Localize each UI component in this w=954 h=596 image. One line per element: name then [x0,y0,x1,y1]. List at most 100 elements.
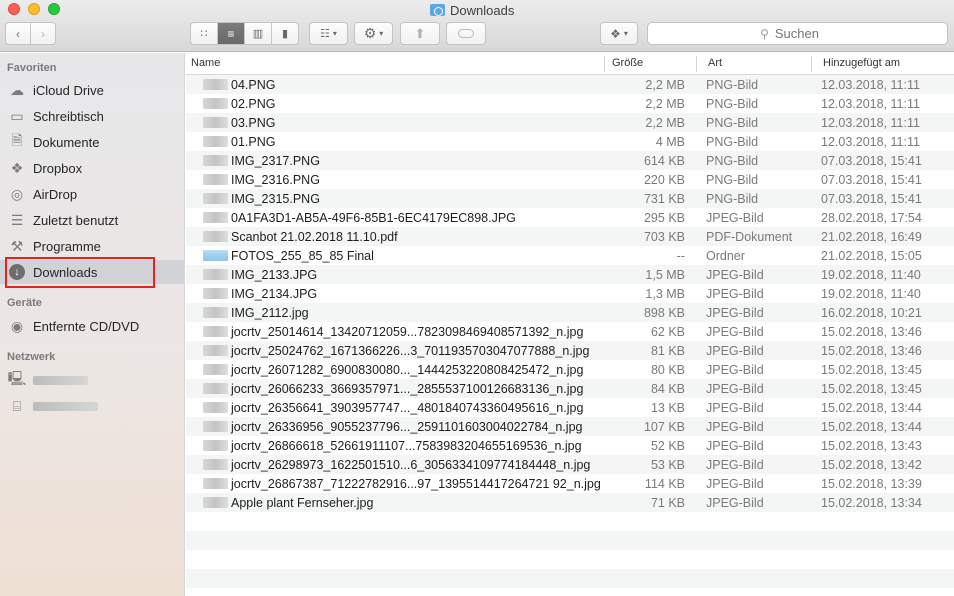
share-button[interactable]: ⬆ [400,22,440,45]
gallery-view-button[interactable]: ▮ [272,23,298,44]
file-date-added: 07.03.2018, 15:41 [821,153,922,168]
icon-view-button[interactable]: ∷ [191,23,218,44]
sidebar-item-network-computer[interactable]: 🖳 [8,368,184,392]
close-window-button[interactable] [8,3,20,15]
sidebar-item-network-server[interactable]: ⌸ [8,394,184,418]
zoom-window-button[interactable] [48,3,60,15]
file-size: 703 KB [643,229,685,244]
file-row[interactable]: FOTOS_255_85_85 Final -- Ordner 21.02.2018,… [186,246,954,265]
dropbox-menu-button[interactable]: ❖ ▾ [600,22,638,45]
file-thumbnail-icon [203,155,228,166]
file-date-added: 15.02.2018, 13:34 [821,495,922,510]
column-name[interactable]: Name [191,57,220,69]
file-thumbnail-icon [203,79,228,90]
file-kind: JPEG-Bild [706,210,764,225]
file-size: 295 KB [643,210,685,225]
sidebar-item-airdrop[interactable]: ◎ AirDrop [8,182,184,206]
column-kind[interactable]: Art [708,57,722,69]
redacted-label [33,401,98,411]
file-date-added: 15.02.2018, 13:43 [821,438,922,453]
column-date-added[interactable]: Hinzugefügt am [823,57,900,69]
minimize-window-button[interactable] [28,3,40,15]
chevron-down-icon: ▾ [623,29,628,38]
column-divider[interactable] [604,56,605,72]
file-row[interactable]: Apple plant Fernseher.jpg 71 KB JPEG-Bild 1… [186,493,954,512]
view-mode-group: ∷ ≡ ▥ ▮ [190,22,299,45]
file-row[interactable]: 02.PNG 2,2 MB PNG-Bild 12.03.2018, 11:11 [186,94,954,113]
file-row[interactable]: jocrtv_25024762_1671366226...3_701193570… [186,341,954,360]
sidebar-header-network: Netzwerk [7,351,56,363]
file-row[interactable]: jocrtv_26867387_71222782916...97_1395514… [186,474,954,493]
column-view-button[interactable]: ▥ [245,23,272,44]
file-row[interactable]: 01.PNG 4 MB PNG-Bild 12.03.2018, 11:11 [186,132,954,151]
file-kind: JPEG-Bild [706,286,764,301]
file-thumbnail-icon [203,136,228,147]
file-kind: PDF-Dokument [706,229,793,244]
file-row[interactable]: jocrtv_26336956_9055237796..._2591101603… [186,417,954,436]
file-name: 03.PNG [231,115,276,130]
file-row[interactable]: 03.PNG 2,2 MB PNG-Bild 12.03.2018, 11:11 [186,113,954,132]
file-date-added: 15.02.2018, 13:45 [821,381,922,396]
sidebar-item-applications[interactable]: ⚒ Programme [8,234,184,258]
file-size: 114 KB [644,476,685,491]
file-thumbnail-icon [203,440,228,451]
file-row[interactable]: jocrtv_26866618_52661911107...7583983204… [186,436,954,455]
action-menu-button[interactable]: ⚙ ▾ [354,22,393,45]
file-size: 71 KB [650,495,685,510]
sidebar-item-documents[interactable]: 🗎 Dokumente [8,130,184,154]
sidebar-item-label: Dropbox [33,160,83,176]
file-row[interactable]: IMG_2134.JPG 1,3 MB JPEG-Bild 19.02.2018, 1… [186,284,954,303]
sidebar-item-icloud-drive[interactable]: ☁ iCloud Drive [8,78,184,102]
file-size: 52 KB [650,438,685,453]
back-button[interactable]: ‹ [6,23,31,44]
file-date-added: 15.02.2018, 13:42 [821,457,922,472]
file-size: 62 KB [650,324,685,339]
list-view-button[interactable]: ≡ [218,23,245,44]
forward-button[interactable]: › [31,23,55,44]
file-thumbnail-icon [203,383,228,394]
file-thumbnail-icon [203,117,228,128]
file-row[interactable]: jocrtv_26298973_1622501510...6_305633410… [186,455,954,474]
file-thumbnail-icon [203,174,228,185]
column-divider[interactable] [811,56,812,72]
file-row[interactable]: IMG_2112.jpg 898 KB JPEG-Bild 16.02.2018, 1… [186,303,954,322]
file-row[interactable]: IMG_2315.PNG 731 KB PNG-Bild 07.03.2018, 15… [186,189,954,208]
file-row[interactable]: 0A1FA3D1-AB5A-49F6-85B1-6EC4179EC898.JPG… [186,208,954,227]
group-by-button[interactable]: ☷ ▾ [309,22,348,45]
file-name: jocrtv_26866618_52661911107...7583983204… [231,438,582,453]
sidebar-item-recents[interactable]: ☰ Zuletzt benutzt [8,208,184,232]
chevron-right-icon: › [41,26,45,41]
search-field[interactable]: ⚲ [647,22,948,45]
file-thumbnail-icon [203,402,228,413]
file-row[interactable]: jocrtv_26071282_6900830080..._1444253220… [186,360,954,379]
file-list: Name Größe Art Hinzugefügt am 04.PNG 2,2 … [186,53,954,596]
file-row[interactable]: jocrtv_26066233_3669357971..._2855537100… [186,379,954,398]
sidebar-item-remote-disc[interactable]: ◉ Entfernte CD/DVD [8,314,184,338]
search-input[interactable] [774,26,835,41]
sidebar-header-favorites: Favoriten [7,62,57,74]
recents-icon: ☰ [10,211,24,228]
file-row[interactable]: jocrtv_26356641_3903957747..._4801840743… [186,398,954,417]
selection-highlight-annotation [5,257,155,288]
file-thumbnail-icon [203,497,228,508]
file-date-added: 15.02.2018, 13:44 [821,400,922,415]
cloud-icon: ☁ [10,81,24,98]
file-size: 731 KB [643,191,685,206]
sidebar-item-dropbox[interactable]: ❖ Dropbox [8,156,184,180]
sidebar-item-desktop[interactable]: ▭ Schreibtisch [8,104,184,128]
file-row[interactable]: jocrtv_25014614_13420712059...7823098469… [186,322,954,341]
tags-button[interactable] [446,22,486,45]
file-row[interactable]: 04.PNG 2,2 MB PNG-Bild 12.03.2018, 11:11 [186,75,954,94]
file-thumbnail-icon [203,307,228,318]
file-row[interactable]: IMG_2316.PNG 220 KB PNG-Bild 07.03.2018, 15… [186,170,954,189]
file-size: 2,2 MB [645,77,685,92]
column-size[interactable]: Größe [612,57,643,69]
column-divider[interactable] [696,56,697,72]
file-size: 53 KB [650,457,685,472]
file-thumbnail-icon [203,231,228,242]
file-date-added: 12.03.2018, 11:11 [821,77,920,92]
file-row[interactable]: Scanbot 21.02.2018 11.10.pdf 703 KB PDF-Do… [186,227,954,246]
sidebar-item-label: Dokumente [33,134,100,150]
file-row[interactable]: IMG_2133.JPG 1,5 MB JPEG-Bild 19.02.2018, 1… [186,265,954,284]
file-row[interactable]: IMG_2317.PNG 614 KB PNG-Bild 07.03.2018, 15… [186,151,954,170]
